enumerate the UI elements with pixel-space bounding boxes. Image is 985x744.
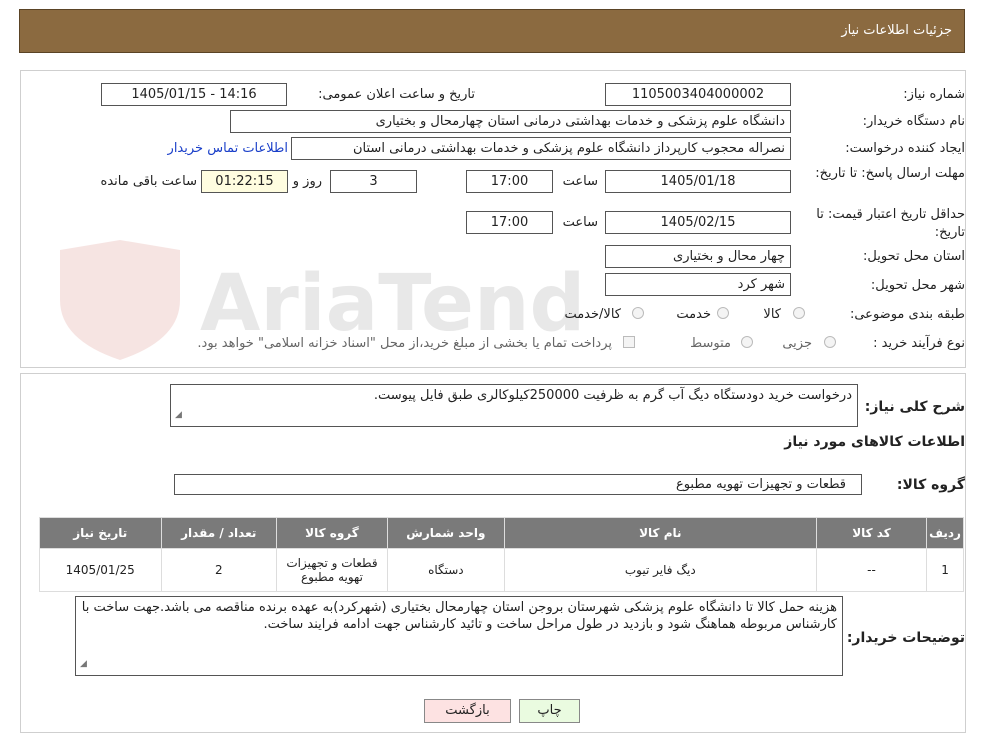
announce-label: تاریخ و ساعت اعلان عمومی:: [318, 87, 475, 102]
category-option-goods-service: کالا/خدمت: [564, 307, 621, 322]
table-header-row: ردیف کد کالا نام کالا واحد شمارش گروه کا…: [39, 517, 964, 549]
goods-group-label: گروه کالا:: [896, 477, 965, 493]
reply-deadline-label: مهلت ارسال پاسخ: تا تاریخ:: [815, 166, 965, 181]
process-option-medium: متوسط: [690, 336, 731, 351]
announce-datetime-field: 1405/01/15 - 14:16: [101, 83, 287, 106]
cell-qty: 2: [160, 548, 278, 592]
goods-info-title: اطلاعات کالاهای مورد نیاز: [784, 434, 965, 450]
description-field[interactable]: درخواست خرید دودستگاه دیگ آب گرم به ظرفی…: [170, 384, 858, 427]
price-date-field: 1405/02/15: [605, 211, 791, 234]
requester-field: نصراله محجوب کارپرداز دانشگاه علوم پزشکی…: [291, 137, 791, 160]
col-group: گروه کالا: [276, 517, 388, 549]
goods-group-field: قطعات و تجهیزات تهویه مطبوع: [174, 474, 862, 495]
province-label: استان محل تحویل:: [863, 249, 965, 264]
buyer-notes-field[interactable]: هزینه حمل کالا تا دانشگاه علوم پزشکی شهر…: [75, 596, 843, 676]
col-code: کد کالا: [815, 517, 928, 549]
payment-note: پرداخت تمام یا بخشی از مبلغ خرید،از محل …: [197, 336, 612, 351]
category-radio-goods-service[interactable]: [632, 307, 644, 319]
category-option-goods: کالا: [763, 307, 781, 322]
col-date: تاریخ نیاز: [39, 517, 162, 549]
buyer-org-label: نام دستگاه خریدار:: [862, 114, 965, 129]
city-label: شهر محل تحویل:: [870, 278, 965, 293]
shield-icon: [60, 240, 180, 360]
reply-date-field: 1405/01/18: [605, 170, 791, 193]
process-radio-medium[interactable]: [741, 336, 753, 348]
col-row: ردیف: [926, 517, 964, 549]
remaining-time-field: 01:22:15: [201, 170, 288, 193]
resize-grip-icon[interactable]: ◢: [80, 656, 87, 673]
print-button[interactable]: چاپ: [519, 699, 580, 723]
requester-label: ایجاد کننده درخواست:: [845, 141, 965, 156]
col-qty: تعداد / مقدار: [160, 517, 278, 549]
cell-row: 1: [926, 548, 964, 592]
category-option-service: خدمت: [676, 307, 711, 322]
province-field: چهار محال و بختیاری: [605, 245, 791, 268]
price-time-field: 17:00: [466, 211, 553, 234]
category-radio-service[interactable]: [717, 307, 729, 319]
process-option-minor: جزیی: [782, 336, 812, 351]
buyer-notes-text: هزینه حمل کالا تا دانشگاه علوم پزشکی شهر…: [81, 600, 837, 632]
treasury-checkbox[interactable]: [623, 336, 635, 348]
process-label: نوع فرآیند خرید :: [873, 336, 965, 351]
description-label: شرح کلی نیاز:: [864, 399, 965, 415]
process-radio-minor[interactable]: [824, 336, 836, 348]
category-label: طبقه بندی موضوعی:: [849, 307, 965, 322]
back-button[interactable]: بازگشت: [424, 699, 511, 723]
need-number-label: شماره نیاز:: [903, 87, 965, 102]
price-time-label: ساعت: [562, 215, 598, 230]
buyer-org-field: دانشگاه علوم پزشکی و خدمات بهداشتی درمان…: [230, 110, 791, 133]
days-field: 3: [330, 170, 417, 193]
goods-group-value: قطعات و تجهیزات تهویه مطبوع: [675, 477, 846, 492]
contact-buyer-link[interactable]: اطلاعات تماس خریدار: [168, 141, 288, 156]
category-radio-goods[interactable]: [793, 307, 805, 319]
description-text: درخواست خرید دودستگاه دیگ آب گرم به ظرفی…: [373, 388, 852, 403]
cell-code: --: [815, 548, 928, 592]
days-label: روز و: [292, 174, 322, 189]
page-title: جزئیات اطلاعات نیاز: [841, 23, 952, 38]
col-name: نام کالا: [503, 517, 817, 549]
city-field: شهر کرد: [605, 273, 791, 296]
reply-time-label: ساعت: [562, 174, 598, 189]
cell-group: قطعات و تجهیزات تهویه مطبوع: [276, 548, 388, 592]
cell-name: دیگ فایر تیوب: [503, 548, 817, 592]
reply-time-field: 17:00: [466, 170, 553, 193]
need-number-field: 1105003404000002: [605, 83, 791, 106]
page-header: جزئیات اطلاعات نیاز: [19, 9, 965, 53]
cell-date: 1405/01/25: [39, 548, 162, 592]
table-row: 1 -- دیگ فایر تیوب دستگاه قطعات و تجهیزا…: [39, 548, 964, 592]
buyer-notes-label: توضیحات خریدار:: [846, 630, 965, 646]
remaining-label: ساعت باقی مانده: [100, 174, 197, 189]
col-unit: واحد شمارش: [386, 517, 505, 549]
items-table: ردیف کد کالا نام کالا واحد شمارش گروه کا…: [39, 517, 964, 592]
cell-unit: دستگاه: [386, 548, 505, 592]
resize-grip-icon[interactable]: ◢: [175, 407, 182, 424]
price-validity-label: حداقل تاریخ اعتبار قیمت: تا تاریخ:: [816, 207, 965, 240]
